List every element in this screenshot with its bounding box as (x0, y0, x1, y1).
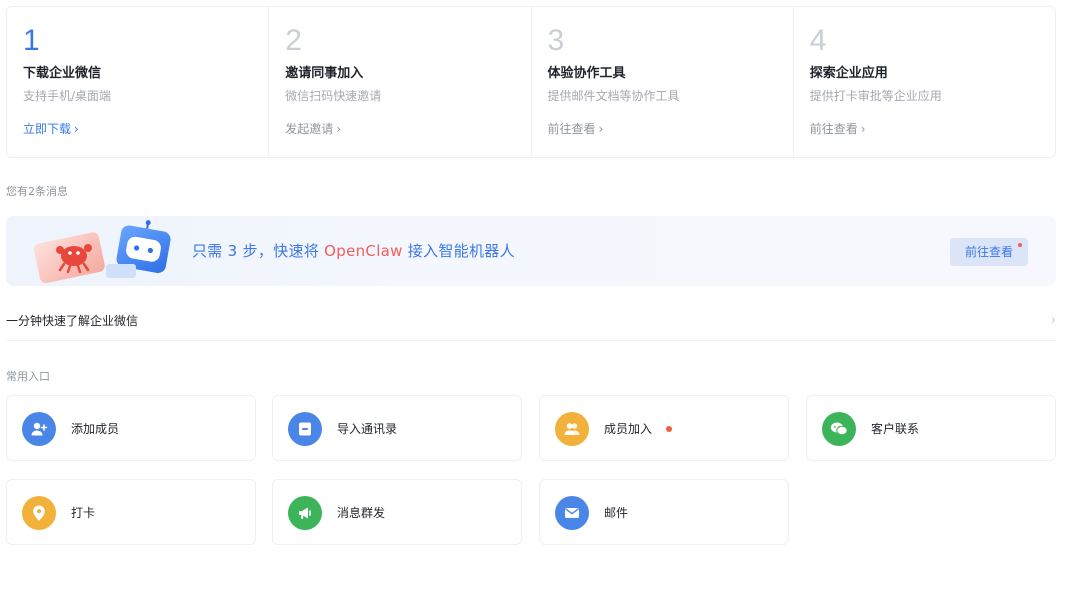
tile-label: 打卡 (71, 506, 96, 520)
banner-headline: 只需 3 步，快速将 OpenClaw 接入智能机器人 (192, 240, 515, 262)
chevron-right-icon: › (74, 122, 79, 136)
tile-label: 添加成员 (71, 422, 120, 436)
step-title: 体验协作工具 (547, 66, 626, 81)
customer-contact-tile[interactable]: 客户联系 (806, 395, 1056, 461)
step-description: 支持手机/桌面端 (23, 89, 112, 103)
chevron-right-icon: › (860, 122, 866, 136)
step-title: 探索企业应用 (809, 66, 888, 81)
step-description: 提供邮件文档等协作工具 (547, 89, 680, 103)
banner-text-after: 接入智能机器人 (402, 242, 515, 260)
import-contacts-tile[interactable]: 导入通讯录 (272, 395, 522, 461)
quick-intro-label: 一分钟快速了解企业微信 (6, 314, 139, 328)
step-description: 微信扫码快速邀请 (285, 89, 382, 103)
step-title: 下载企业微信 (23, 66, 102, 81)
tile-label: 成员加入 (604, 422, 653, 436)
step-link-label: 立即下载 (23, 122, 72, 136)
quick-intro-row[interactable]: 一分钟快速了解企业微信 › (6, 304, 1056, 341)
step-download: 1 下载企业微信 支持手机/桌面端 立即下载 › (7, 7, 270, 157)
chevron-right-icon: › (1050, 313, 1056, 328)
tile-label: 邮件 (604, 506, 629, 520)
step-link-label: 前往查看 (547, 122, 596, 136)
step-number: 2 (285, 24, 302, 57)
step-description: 提供打卡审批等企业应用 (809, 89, 942, 103)
onboarding-steps: 1 下载企业微信 支持手机/桌面端 立即下载 › 2 邀请同事加入 微信扫码快速… (6, 6, 1056, 158)
step-title: 邀请同事加入 (285, 66, 364, 81)
member-join-tile[interactable]: 成员加入 (539, 395, 789, 461)
tile-label: 消息群发 (337, 506, 386, 520)
step-apps: 4 探索企业应用 提供打卡审批等企业应用 前往查看 › (794, 7, 1055, 157)
chevron-right-icon: › (336, 122, 342, 136)
check-in-tile[interactable]: 打卡 (6, 479, 256, 545)
step-number: 1 (23, 24, 40, 57)
customer-contact-icon (822, 412, 856, 446)
member-join-icon (555, 412, 589, 446)
mail-icon (555, 496, 589, 530)
step-collaboration: 3 体验协作工具 提供邮件文档等协作工具 前往查看 › (532, 7, 794, 157)
broadcast-icon (288, 496, 322, 530)
step-invite: 2 邀请同事加入 微信扫码快速邀请 发起邀请 › (269, 7, 532, 157)
view-collaboration-link[interactable]: 前往查看 › (548, 121, 604, 137)
common-entries-label: 常用入口 (6, 370, 50, 383)
banner-text-before: 只需 3 步，快速将 (192, 242, 325, 260)
step-number: 4 (809, 24, 827, 57)
notification-dot (1018, 243, 1022, 247)
step-link-label: 前往查看 (809, 122, 858, 136)
chevron-right-icon: › (598, 122, 604, 136)
add-member-icon (22, 412, 56, 446)
robot-illustration (34, 220, 171, 284)
download-now-link[interactable]: 立即下载 › (23, 121, 79, 137)
step-number: 3 (547, 24, 565, 57)
send-invite-link[interactable]: 发起邀请 › (285, 121, 341, 137)
banner-view-button[interactable]: 前往查看 (950, 238, 1028, 266)
tile-label: 客户联系 (871, 422, 920, 436)
banner-text-highlight: OpenClaw (324, 242, 403, 260)
add-member-tile[interactable]: 添加成员 (6, 395, 256, 461)
import-contacts-icon (288, 412, 322, 446)
tile-label: 导入通讯录 (337, 422, 398, 436)
check-in-icon (22, 496, 56, 530)
mail-tile[interactable]: 邮件 (539, 479, 789, 545)
message-count[interactable]: 您有2条消息 (6, 184, 68, 200)
step-link-label: 发起邀请 (285, 122, 334, 136)
broadcast-tile[interactable]: 消息群发 (272, 479, 522, 545)
view-apps-link[interactable]: 前往查看 › (810, 121, 866, 137)
notification-dot (666, 426, 672, 432)
banner-button-label: 前往查看 (964, 245, 1013, 259)
openclaw-banner[interactable]: 只需 3 步，快速将 OpenClaw 接入智能机器人 前往查看 (6, 216, 1056, 286)
